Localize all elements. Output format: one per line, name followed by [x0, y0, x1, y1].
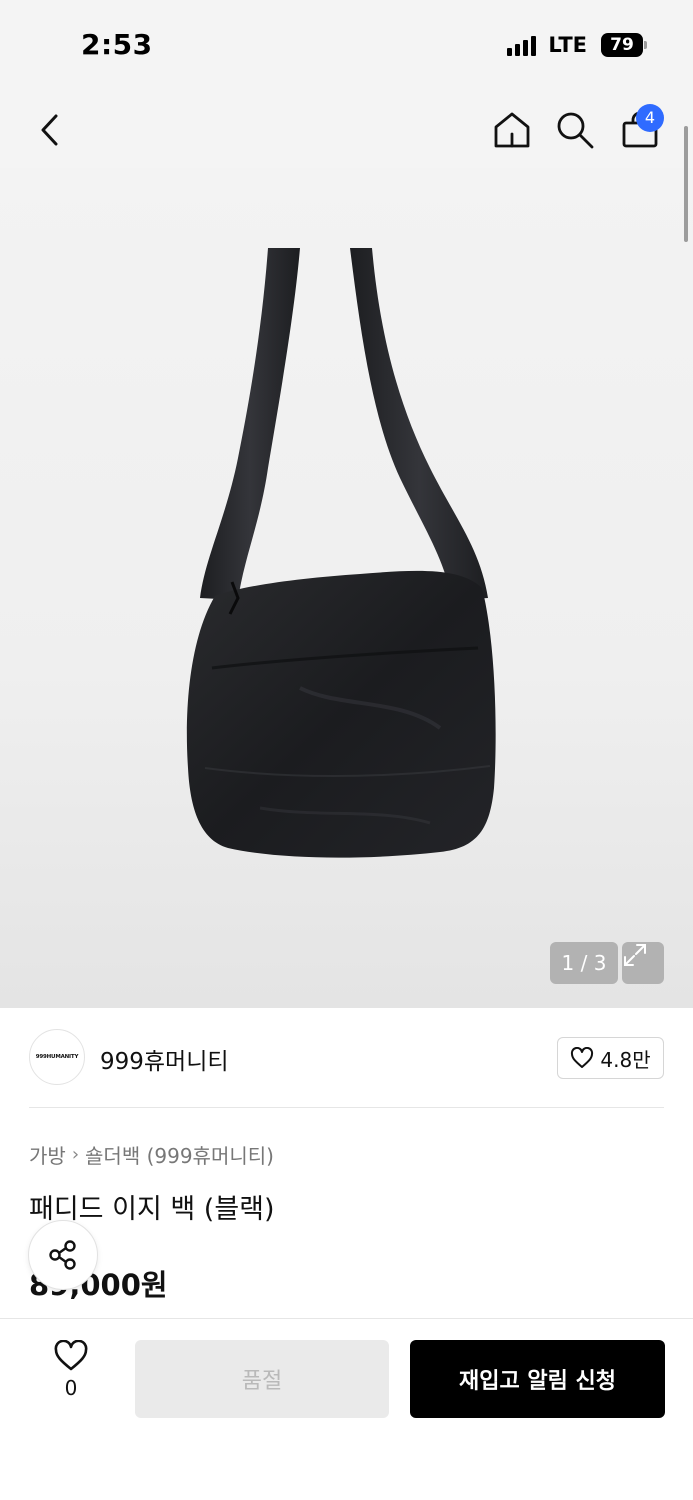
divider: [29, 1107, 664, 1108]
brand-like-button[interactable]: 4.8만: [557, 1037, 664, 1079]
product-image-gallery[interactable]: 1 / 3: [0, 168, 693, 1008]
breadcrumb-category[interactable]: 가방: [29, 1140, 66, 1169]
top-nav: [0, 92, 693, 168]
scroll-indicator[interactable]: [684, 126, 688, 242]
network-label: LTE: [548, 33, 587, 57]
cart-count-badge: 4: [636, 104, 664, 132]
back-button[interactable]: [26, 106, 74, 154]
heart-icon: [54, 1340, 88, 1371]
brand-name[interactable]: 999휴머니티: [100, 1042, 229, 1076]
chevron-right-icon: ›: [71, 1144, 80, 1165]
share-button[interactable]: [28, 1220, 98, 1290]
status-bar: 2:53 LTE 79: [0, 0, 693, 92]
chevron-left-icon: [41, 114, 58, 146]
heart-icon: [571, 1047, 594, 1068]
soldout-button: 품절: [135, 1340, 389, 1418]
battery-level: 79: [601, 33, 643, 57]
product-photo: [186, 248, 496, 858]
expand-button[interactable]: [622, 942, 664, 984]
status-indicators: LTE 79: [507, 33, 647, 57]
wishlist-button[interactable]: 0: [40, 1340, 102, 1416]
share-icon: [49, 1240, 76, 1270]
brand-logo[interactable]: 999HUMANITY: [29, 1029, 85, 1085]
signal-icon: [507, 34, 537, 56]
search-icon: [557, 112, 594, 149]
battery-icon: 79: [601, 33, 647, 57]
wishlist-count: 0: [64, 1376, 78, 1400]
breadcrumb-subcategory[interactable]: 숄더백 (999휴머니티): [85, 1140, 274, 1169]
brand-logo-text: 999HUMANITY: [35, 1054, 79, 1060]
expand-icon: [624, 944, 646, 966]
restock-alert-button[interactable]: 재입고 알림 신청: [410, 1340, 665, 1418]
status-time: 2:53: [81, 28, 153, 61]
breadcrumb: 가방 › 숄더백 (999휴머니티): [29, 1140, 274, 1169]
home-icon: [494, 112, 530, 148]
search-button[interactable]: [551, 106, 599, 154]
image-counter: 1 / 3: [550, 942, 618, 984]
home-button[interactable]: [488, 106, 536, 154]
brand-like-count: 4.8만: [600, 1047, 651, 1072]
